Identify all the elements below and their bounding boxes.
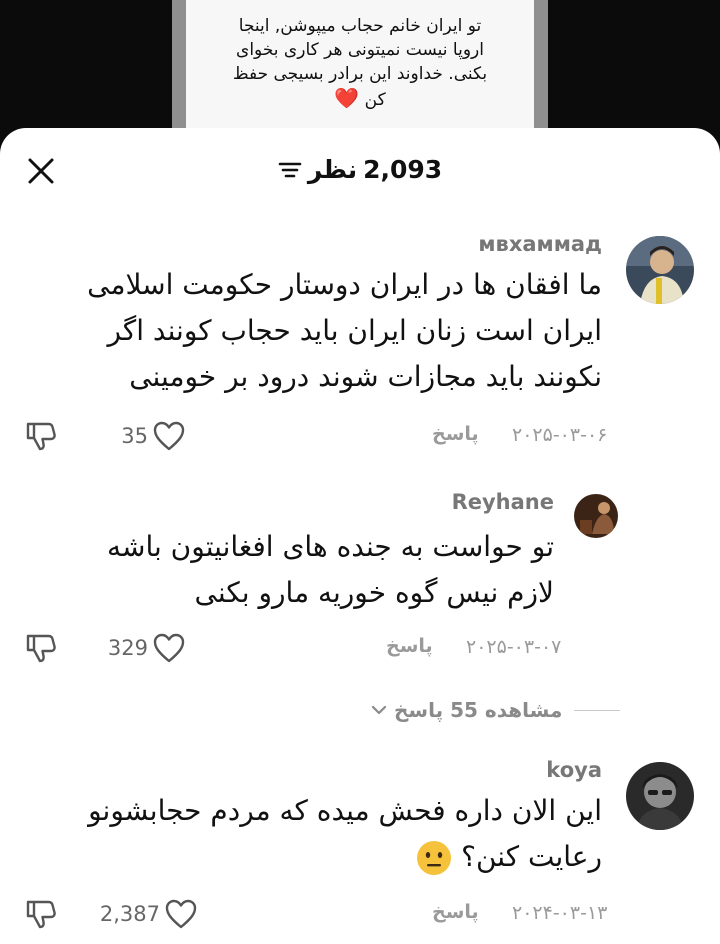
- avatar[interactable]: [626, 236, 694, 304]
- view-replies-label: مشاهده 55 پاسخ: [394, 698, 563, 722]
- dislike-button[interactable]: [24, 898, 58, 930]
- comment-text: تو حواست به جنده های افغانیتون باشه لازم…: [34, 524, 554, 616]
- comment-text: ما افقان ها در ایران دوستار حکومت اسلامی…: [22, 262, 602, 400]
- avatar-image: [626, 236, 694, 304]
- reply-button[interactable]: پاسخ: [386, 635, 433, 657]
- dislike-button[interactable]: [24, 632, 58, 664]
- page: تو ایران خانم حجاب میپوشن, اینجا اروپا ن…: [0, 0, 720, 944]
- thumbs-down-icon: [26, 900, 56, 929]
- comment-line: تو حواست به جنده های افغانیتون باشه: [106, 530, 554, 563]
- heart-outline-icon: [153, 421, 185, 451]
- heart-outline-icon: [165, 899, 197, 929]
- comment-line-last: رعایت کنن؟: [22, 834, 602, 880]
- reply-button[interactable]: پاسخ: [432, 423, 479, 445]
- comment-username[interactable]: мвхаммад: [478, 232, 602, 256]
- views-label: نظر: [307, 155, 358, 184]
- avatar[interactable]: [626, 762, 694, 830]
- chevron-down-icon: [371, 705, 387, 715]
- comment-line: این الان داره فحش میده که مردم حجابشونو: [88, 794, 602, 827]
- views-count: 2,093: [363, 155, 443, 184]
- view-replies-button[interactable]: مشاهده 55 پاسخ: [370, 696, 562, 724]
- comment-line: نکونند باید مجازات شوند درود بر خومینی: [129, 360, 602, 393]
- thumbs-down-icon: [26, 422, 56, 451]
- replies-divider: [574, 710, 620, 711]
- comment-line: لازم نیس گوه خوریه مارو بکنی: [194, 576, 554, 609]
- dislike-button[interactable]: [24, 420, 58, 452]
- reply-button[interactable]: پاسخ: [432, 901, 479, 923]
- caption-line-last: کن ❤️: [196, 86, 524, 112]
- comment-username[interactable]: Reyhane: [452, 490, 554, 514]
- like-count: 329: [107, 636, 148, 660]
- comment-date: ۲۰۲۵-۰۳-۰۶: [512, 424, 608, 446]
- video-caption: تو ایران خانم حجاب میپوشن, اینجا اروپا ن…: [186, 0, 534, 140]
- comment-date: ۲۰۲۴-۰۳-۱۳: [512, 902, 608, 924]
- caption-line: اروپا نیست نمیتونی هر کاری بخوای: [236, 40, 484, 60]
- avatar[interactable]: [574, 494, 618, 538]
- comment-line: ایران است زنان ایران باید حجاب کونند اگر: [107, 314, 602, 347]
- like-count: 2,387: [99, 902, 160, 926]
- like-button[interactable]: [152, 632, 186, 664]
- red-heart-emoji: ❤️: [334, 86, 360, 110]
- comment-text: این الان داره فحش میده که مردم حجابشونو …: [22, 788, 602, 880]
- comment-line: ما افقان ها در ایران دوستار حکومت اسلامی: [87, 268, 602, 301]
- like-button[interactable]: [152, 420, 186, 452]
- like-count: 35: [121, 424, 148, 448]
- filter-icon[interactable]: [278, 160, 302, 180]
- neutral-face-emoji: [417, 841, 452, 875]
- comment-line-text: رعایت کنن؟: [461, 840, 602, 873]
- caption-line: بکنی. خداوند این برادر بسیجی حفظ: [232, 64, 488, 84]
- sheet-header: نظر 2,093: [0, 152, 720, 188]
- avatar-image: [626, 762, 694, 830]
- like-button[interactable]: [164, 898, 198, 930]
- caption-line-text: کن: [364, 90, 386, 110]
- comments-sheet: نظر 2,093 мвхаммад ما افقان ها در ایران …: [0, 128, 720, 944]
- comment-date: ۲۰۲۵-۰۳-۰۷: [466, 636, 562, 658]
- comment-username[interactable]: koya: [546, 758, 602, 782]
- caption-line: تو ایران خانم حجاب میپوشن, اینجا: [238, 16, 482, 36]
- heart-outline-icon: [153, 633, 185, 663]
- thumbs-down-icon: [26, 634, 56, 663]
- avatar-image: [574, 494, 618, 538]
